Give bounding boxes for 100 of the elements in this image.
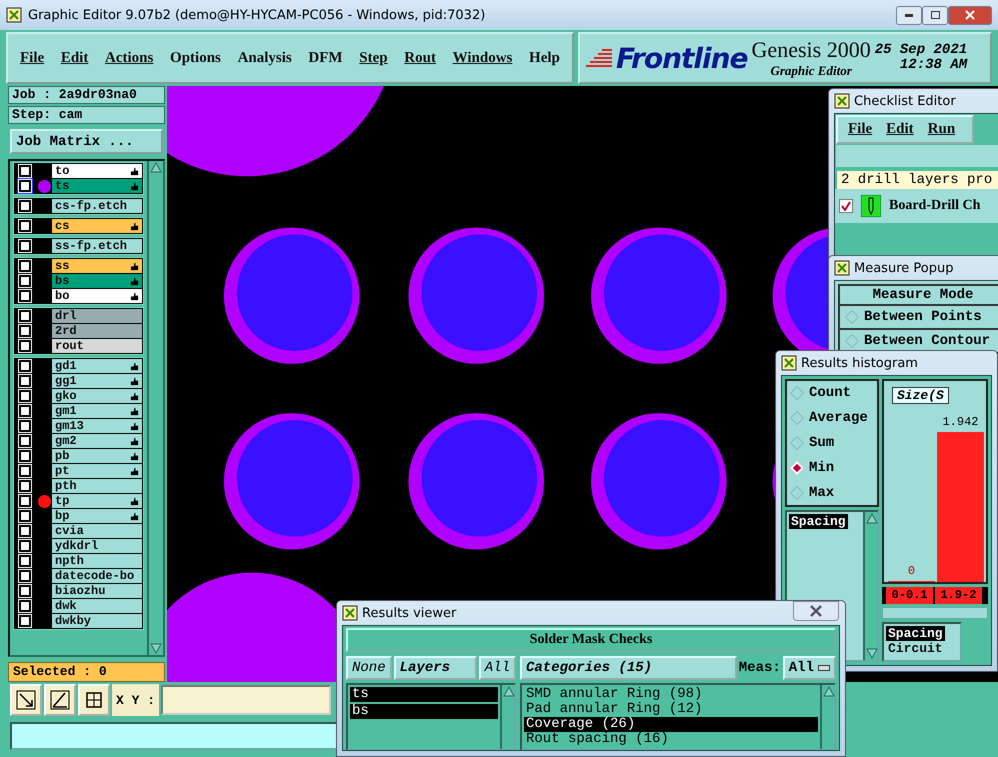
scroll-up-icon[interactable] <box>822 685 836 699</box>
layer-checkbox[interactable] <box>19 165 31 177</box>
category-result-item[interactable]: SMD annular Ring (98) <box>524 687 818 702</box>
aggregate-option[interactable]: Count <box>789 385 875 401</box>
layer-checkbox[interactable] <box>19 555 31 567</box>
layer-checkbox[interactable] <box>19 340 31 352</box>
layer-item[interactable]: 2rd <box>52 324 142 338</box>
layer-item[interactable]: dwk <box>52 599 142 613</box>
menu-item[interactable]: Rout <box>404 50 436 66</box>
aggregate-option[interactable]: Sum <box>789 435 875 451</box>
menu-item[interactable]: DFM <box>308 50 343 66</box>
category-item[interactable]: Spacing <box>886 626 945 641</box>
layer-item[interactable]: pt <box>52 464 142 478</box>
layer-item[interactable]: gm1 <box>52 404 142 418</box>
layers-button[interactable]: Layers <box>394 656 477 680</box>
job-matrix-button[interactable]: Job Matrix ... <box>10 129 163 154</box>
menu-item[interactable]: Edit <box>60 50 88 66</box>
minimize-button[interactable] <box>896 6 922 24</box>
layer-item[interactable]: cvia <box>52 524 142 538</box>
layer-checkbox[interactable] <box>19 495 31 507</box>
layer-checkbox[interactable] <box>19 200 31 212</box>
layer-checkbox[interactable] <box>19 310 31 322</box>
layer-result-item[interactable]: ts <box>350 687 498 702</box>
layer-result-item[interactable]: bs <box>350 704 498 719</box>
categories-button[interactable]: Categories (15) <box>520 656 737 680</box>
meas-dropdown[interactable]: All <box>782 656 836 680</box>
layer-checkbox[interactable] <box>19 260 31 272</box>
menu-item[interactable]: Options <box>170 50 221 66</box>
scroll-up-icon[interactable] <box>865 512 879 526</box>
layer-item[interactable]: npth <box>52 554 142 568</box>
layer-checkbox[interactable] <box>19 390 31 402</box>
layer-checkbox[interactable] <box>19 420 31 432</box>
zoom-tool-button[interactable] <box>10 684 42 716</box>
menu-item[interactable]: Step <box>359 50 388 66</box>
layer-item[interactable]: dwkby <box>52 614 142 628</box>
menu-item[interactable]: Run <box>928 121 956 138</box>
xy-input-field[interactable] <box>161 685 332 715</box>
layer-checkbox[interactable] <box>19 480 31 492</box>
layer-item[interactable]: ss-fp.etch <box>52 239 142 253</box>
all-button[interactable]: All <box>478 656 516 680</box>
menu-item[interactable]: Windows <box>452 50 512 66</box>
layer-checkbox[interactable] <box>19 450 31 462</box>
scroll-up-icon[interactable] <box>502 685 516 699</box>
category-result-item[interactable]: Rout spacing (16) <box>524 732 818 747</box>
layer-item[interactable]: gd1 <box>52 359 142 373</box>
layer-checkbox[interactable] <box>19 220 31 232</box>
layer-item[interactable]: gko <box>52 389 142 403</box>
layer-checkbox[interactable] <box>19 525 31 537</box>
scroll-up-icon[interactable] <box>149 161 163 175</box>
close-button[interactable] <box>948 6 992 24</box>
layer-checkbox[interactable] <box>19 290 31 302</box>
maximize-button[interactable] <box>922 6 948 24</box>
layer-checkbox[interactable] <box>19 615 31 627</box>
layer-checkbox[interactable] <box>19 275 31 287</box>
grid-tool-button[interactable] <box>78 684 110 716</box>
category-result-item[interactable]: Coverage (26) <box>524 717 818 732</box>
menu-item[interactable]: Analysis <box>238 50 292 66</box>
scroll-down-icon[interactable] <box>149 641 163 655</box>
layer-item[interactable]: ts <box>52 179 142 193</box>
layer-item[interactable]: cs <box>52 219 142 233</box>
menu-item[interactable]: Actions <box>105 50 154 66</box>
layer-item[interactable]: to <box>52 164 142 178</box>
layer-item[interactable]: gm13 <box>52 419 142 433</box>
layer-item[interactable]: ydkdrl <box>52 539 142 553</box>
layer-checkbox[interactable] <box>19 325 31 337</box>
layer-item[interactable]: rout <box>52 339 142 353</box>
layer-item[interactable]: tp <box>52 494 142 508</box>
angle-tool-button[interactable] <box>44 684 76 716</box>
layer-checkbox[interactable] <box>19 600 31 612</box>
layer-checkbox[interactable] <box>19 465 31 477</box>
menu-item[interactable]: File <box>20 50 44 66</box>
aggregate-option[interactable]: Min <box>789 460 875 476</box>
aggregate-option[interactable]: Average <box>789 410 875 426</box>
layer-item[interactable]: bo <box>52 289 142 303</box>
none-button[interactable]: None <box>346 656 392 680</box>
layer-item[interactable]: biaozhu <box>52 584 142 598</box>
layer-item[interactable]: gg1 <box>52 374 142 388</box>
scroll-down-icon[interactable] <box>865 646 879 660</box>
horizontal-scrollbar[interactable] <box>882 607 988 619</box>
menu-item[interactable]: Edit <box>886 121 914 138</box>
layer-item[interactable]: pth <box>52 479 142 493</box>
layer-item[interactable]: cs-fp.etch <box>52 199 142 213</box>
layer-checkbox[interactable] <box>19 540 31 552</box>
layer-item[interactable]: bs <box>52 274 142 288</box>
category-result-item[interactable]: Pad annular Ring (12) <box>524 702 818 717</box>
layer-checkbox[interactable] <box>19 510 31 522</box>
close-button[interactable] <box>793 601 839 621</box>
layer-item[interactable]: drl <box>52 309 142 323</box>
menu-item[interactable]: File <box>848 121 872 138</box>
layer-checkbox[interactable] <box>19 405 31 417</box>
check-checkbox[interactable] <box>839 199 853 213</box>
layer-checkbox[interactable] <box>19 585 31 597</box>
layer-checkbox[interactable] <box>19 360 31 372</box>
menu-item[interactable]: Help <box>529 50 560 66</box>
measure-mode-option[interactable]: Between Points <box>838 306 998 330</box>
layer-item[interactable]: datecode-bo <box>52 569 142 583</box>
layer-item[interactable]: ss <box>52 259 142 273</box>
layer-checkbox[interactable] <box>19 375 31 387</box>
category-item[interactable]: Circuit <box>886 641 945 656</box>
layer-checkbox[interactable] <box>19 240 31 252</box>
